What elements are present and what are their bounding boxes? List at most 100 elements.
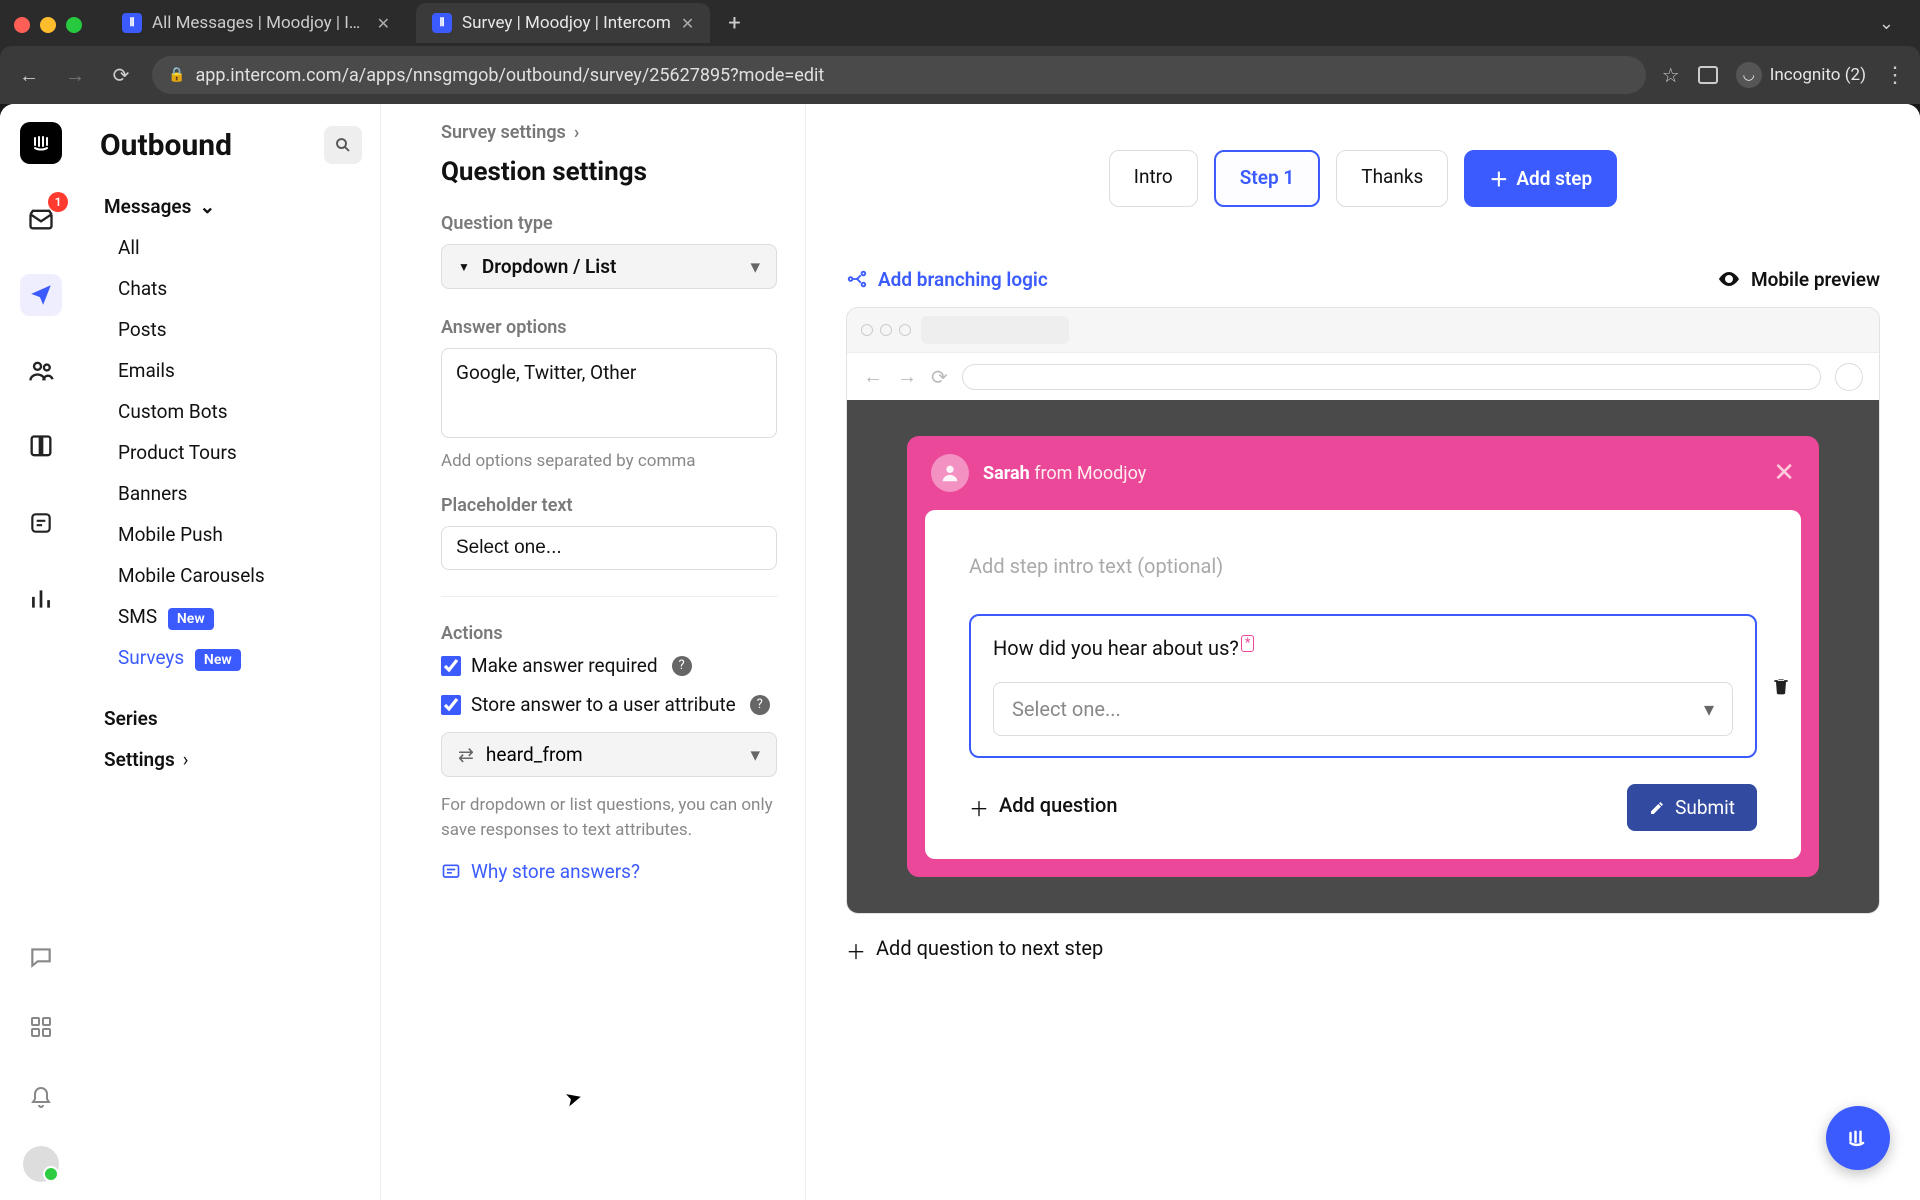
back-button[interactable]: ← bbox=[14, 63, 44, 88]
author-avatar bbox=[931, 454, 969, 492]
sidebar-surveys[interactable]: Surveys New bbox=[100, 637, 362, 678]
browser-tab-0[interactable]: ⦀ All Messages | Moodjoy | Interc ✕ bbox=[106, 3, 406, 43]
close-tab-icon[interactable]: ✕ bbox=[681, 14, 694, 33]
reload-button[interactable]: ⟳ bbox=[106, 63, 136, 87]
intro-text-input[interactable]: Add step intro text (optional) bbox=[969, 554, 1757, 578]
add-next-label: Add question to next step bbox=[876, 936, 1103, 965]
star-icon[interactable]: ☆ bbox=[1662, 63, 1680, 87]
breadcrumb-label: Survey settings bbox=[441, 122, 566, 143]
sidebar-mobile-push[interactable]: Mobile Push bbox=[100, 514, 362, 555]
attribute-dropdown[interactable]: ⇄ heard_from ▾ bbox=[441, 732, 777, 777]
question-answer-dropdown[interactable]: Select one... ▾ bbox=[993, 682, 1733, 736]
survey-author: Sarah from Moodjoy bbox=[983, 463, 1146, 484]
sidebar-mobile-carousels[interactable]: Mobile Carousels bbox=[100, 555, 362, 596]
question-text[interactable]: How did you hear about us?* bbox=[993, 636, 1733, 660]
reports-nav[interactable] bbox=[20, 578, 62, 620]
contacts-nav[interactable] bbox=[20, 350, 62, 392]
maximize-window[interactable] bbox=[66, 17, 82, 33]
make-required-row[interactable]: Make answer required ? bbox=[441, 654, 777, 677]
close-tab-icon[interactable]: ✕ bbox=[377, 14, 390, 33]
mock-tab bbox=[921, 316, 1069, 344]
breadcrumb[interactable]: Survey settings › bbox=[441, 122, 777, 143]
sidebar-product-tours[interactable]: Product Tours bbox=[100, 432, 362, 473]
window-controls bbox=[14, 17, 82, 33]
intercom-favicon-icon: ⦀ bbox=[122, 13, 142, 33]
survey-body: Add step intro text (optional) How did y… bbox=[925, 510, 1801, 859]
articles-nav[interactable] bbox=[20, 426, 62, 468]
survey-footer: ＋ Add question Submit bbox=[969, 784, 1757, 831]
icon-rail: 1 bbox=[0, 104, 82, 1200]
add-step-label: Add step bbox=[1516, 167, 1592, 190]
minimize-window[interactable] bbox=[40, 17, 56, 33]
sidebar-all[interactable]: All bbox=[100, 227, 362, 268]
operator-nav[interactable] bbox=[20, 502, 62, 544]
close-survey-icon[interactable]: ✕ bbox=[1773, 458, 1795, 488]
help-icon[interactable]: ? bbox=[672, 656, 692, 676]
add-branching-logic[interactable]: Add branching logic bbox=[846, 268, 1048, 291]
add-question-button[interactable]: ＋ Add question bbox=[969, 793, 1117, 822]
mobile-preview-label: Mobile preview bbox=[1751, 268, 1880, 291]
user-avatar[interactable] bbox=[23, 1146, 59, 1182]
add-question-next-step[interactable]: ＋ Add question to next step bbox=[846, 936, 1880, 965]
sidebar-series[interactable]: Series bbox=[100, 698, 362, 739]
submit-button[interactable]: Submit bbox=[1627, 784, 1757, 831]
survey-card: Sarah from Moodjoy ✕ Add step intro text… bbox=[907, 436, 1819, 877]
make-required-checkbox[interactable] bbox=[441, 656, 461, 676]
sidebar-posts[interactable]: Posts bbox=[100, 309, 362, 350]
chat-nav[interactable] bbox=[20, 936, 62, 978]
sidebar-settings[interactable]: Settings › bbox=[100, 739, 362, 780]
surveys-label: Surveys bbox=[118, 646, 184, 669]
panel-title: Question settings bbox=[441, 157, 777, 187]
store-answer-row[interactable]: Store answer to a user attribute ? bbox=[441, 693, 777, 716]
attribute-note: For dropdown or list questions, you can … bbox=[441, 793, 777, 842]
apps-nav[interactable] bbox=[20, 1006, 62, 1048]
tab-overflow-icon[interactable]: ⌄ bbox=[1867, 13, 1906, 34]
sidebar-emails[interactable]: Emails bbox=[100, 350, 362, 391]
new-tab-button[interactable]: + bbox=[728, 11, 740, 36]
delete-question-button[interactable] bbox=[1771, 676, 1791, 696]
step-1[interactable]: Step 1 bbox=[1214, 150, 1320, 207]
incognito-indicator[interactable]: ◡ Incognito (2) bbox=[1736, 62, 1866, 88]
caret-down-icon: ▾ bbox=[750, 743, 760, 766]
mock-avatar bbox=[1835, 363, 1863, 391]
sidebar-messages[interactable]: Messages ⌄ bbox=[100, 186, 362, 227]
sms-label: SMS bbox=[118, 605, 157, 628]
placeholder-text-input[interactable] bbox=[441, 526, 777, 570]
new-badge: New bbox=[195, 649, 241, 671]
step-intro[interactable]: Intro bbox=[1109, 150, 1198, 207]
sidebar-sms[interactable]: SMS New bbox=[100, 596, 362, 637]
answer-options-hint: Add options separated by comma bbox=[441, 451, 777, 471]
divider bbox=[441, 596, 777, 597]
caret-down-icon: ▼ bbox=[458, 260, 470, 274]
notifications-nav[interactable] bbox=[20, 1076, 62, 1118]
search-button[interactable] bbox=[324, 126, 362, 164]
add-step-button[interactable]: ＋ Add step bbox=[1464, 150, 1617, 207]
kebab-menu-icon[interactable]: ⋮ bbox=[1884, 63, 1906, 88]
question-type-dropdown[interactable]: ▼ Dropdown / List ▾ bbox=[441, 244, 777, 289]
forward-button[interactable]: → bbox=[60, 63, 90, 88]
help-icon[interactable]: ? bbox=[750, 695, 770, 715]
question-settings-panel: Survey settings › Question settings Ques… bbox=[380, 104, 806, 1200]
panel-icon[interactable] bbox=[1698, 66, 1718, 84]
outbound-nav[interactable] bbox=[20, 274, 62, 316]
step-thanks[interactable]: Thanks bbox=[1336, 150, 1448, 207]
intercom-logo-icon[interactable] bbox=[20, 122, 62, 164]
settings-label: Settings bbox=[104, 748, 175, 771]
close-window[interactable] bbox=[14, 17, 30, 33]
sidebar-banners[interactable]: Banners bbox=[100, 473, 362, 514]
address-bar[interactable]: 🔒 app.intercom.com/a/apps/nnsgmgob/outbo… bbox=[152, 56, 1646, 94]
messenger-launcher[interactable] bbox=[1826, 1106, 1890, 1170]
author-suffix: from Moodjoy bbox=[1030, 463, 1147, 484]
inbox-nav[interactable]: 1 bbox=[20, 198, 62, 240]
question-box[interactable]: How did you hear about us?* Select one..… bbox=[969, 614, 1757, 758]
answer-options-input[interactable] bbox=[441, 348, 777, 438]
mobile-preview-toggle[interactable]: Mobile preview bbox=[1717, 267, 1880, 291]
browser-tab-1[interactable]: ⦀ Survey | Moodjoy | Intercom ✕ bbox=[416, 3, 710, 43]
plus-icon: ＋ bbox=[846, 936, 866, 965]
incognito-icon: ◡ bbox=[1736, 62, 1762, 88]
sidebar-chats[interactable]: Chats bbox=[100, 268, 362, 309]
sidebar-custom-bots[interactable]: Custom Bots bbox=[100, 391, 362, 432]
why-store-link[interactable]: Why store answers? bbox=[441, 860, 777, 883]
store-answer-checkbox[interactable] bbox=[441, 695, 461, 715]
address-bar-row: ← → ⟳ 🔒 app.intercom.com/a/apps/nnsgmgob… bbox=[0, 46, 1920, 104]
